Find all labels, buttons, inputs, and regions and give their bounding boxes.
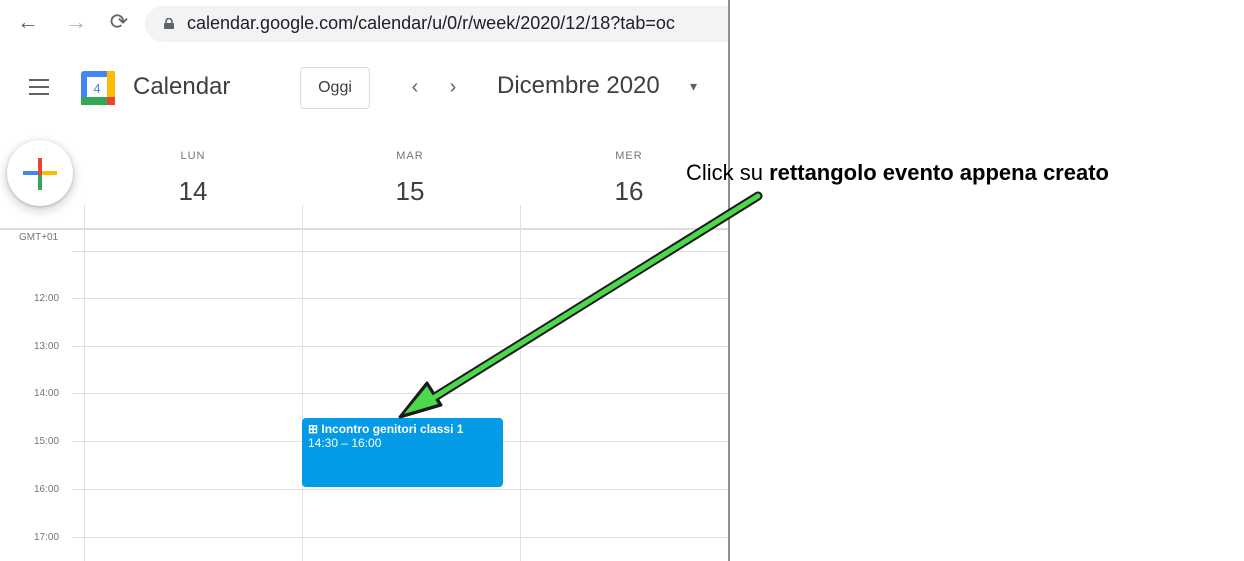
column-divider <box>520 205 521 561</box>
hour-label: 15:00 <box>34 436 60 447</box>
calendar-logo-icon: 4 <box>81 71 115 105</box>
forward-icon[interactable]: → <box>60 8 92 36</box>
hour-line <box>72 346 728 347</box>
chevron-right-icon[interactable]: › <box>438 72 468 102</box>
annotation-bold: rettangolo evento appena creato <box>769 160 1109 185</box>
create-button[interactable] <box>7 140 73 206</box>
logo-day: 4 <box>93 81 100 96</box>
plus-icon <box>23 158 57 190</box>
hour-label: 13:00 <box>34 341 60 352</box>
lock-icon <box>164 18 174 29</box>
hour-line <box>72 251 728 252</box>
annotation-prefix: Click su <box>686 160 770 185</box>
hour-line <box>72 393 728 394</box>
current-month[interactable]: Dicembre 2020 <box>497 72 660 100</box>
hour-label: 17:00 <box>34 532 60 543</box>
day-number[interactable]: 14 <box>163 176 223 207</box>
day-number[interactable]: 16 <box>599 176 659 207</box>
url-text: calendar.google.com/calendar/u/0/r/week/… <box>187 13 675 33</box>
app-name: Calendar <box>133 73 231 100</box>
column-divider <box>302 205 303 561</box>
event-time: 14:30 – 16:00 <box>308 436 382 450</box>
address-bar[interactable]: calendar.google.com/calendar/u/0/r/week/… <box>145 6 728 42</box>
day-of-week: LUN <box>180 150 206 162</box>
calendar-event[interactable]: ⊞ Incontro genitori classi 1 14:30 – 16:… <box>302 418 503 487</box>
hour-line <box>72 298 728 299</box>
header-divider <box>0 228 728 230</box>
hour-line <box>72 489 728 490</box>
annotation-text: Click su rettangolo evento appena creato <box>686 160 1109 186</box>
event-title: ⊞ Incontro genitori classi 1 <box>308 422 464 436</box>
chevron-left-icon[interactable]: ‹ <box>400 72 430 102</box>
column-divider <box>84 205 85 561</box>
hour-label: 16:00 <box>34 484 60 495</box>
timezone-label: GMT+01 <box>19 232 59 243</box>
reload-icon[interactable]: ⟳ <box>103 8 135 36</box>
main-menu-icon[interactable] <box>29 79 49 95</box>
hour-label: 14:00 <box>34 388 60 399</box>
calendar-screenshot: ← → ⟳ calendar.google.com/calendar/u/0/r… <box>0 0 730 561</box>
today-button[interactable]: Oggi <box>300 67 370 109</box>
day-of-week: MER <box>615 150 643 162</box>
chevron-down-icon[interactable]: ▾ <box>690 78 697 95</box>
day-of-week: MAR <box>396 150 424 162</box>
hour-line <box>72 537 728 538</box>
hour-label: 12:00 <box>34 293 60 304</box>
back-icon[interactable]: ← <box>12 8 44 36</box>
day-number[interactable]: 15 <box>380 176 440 207</box>
